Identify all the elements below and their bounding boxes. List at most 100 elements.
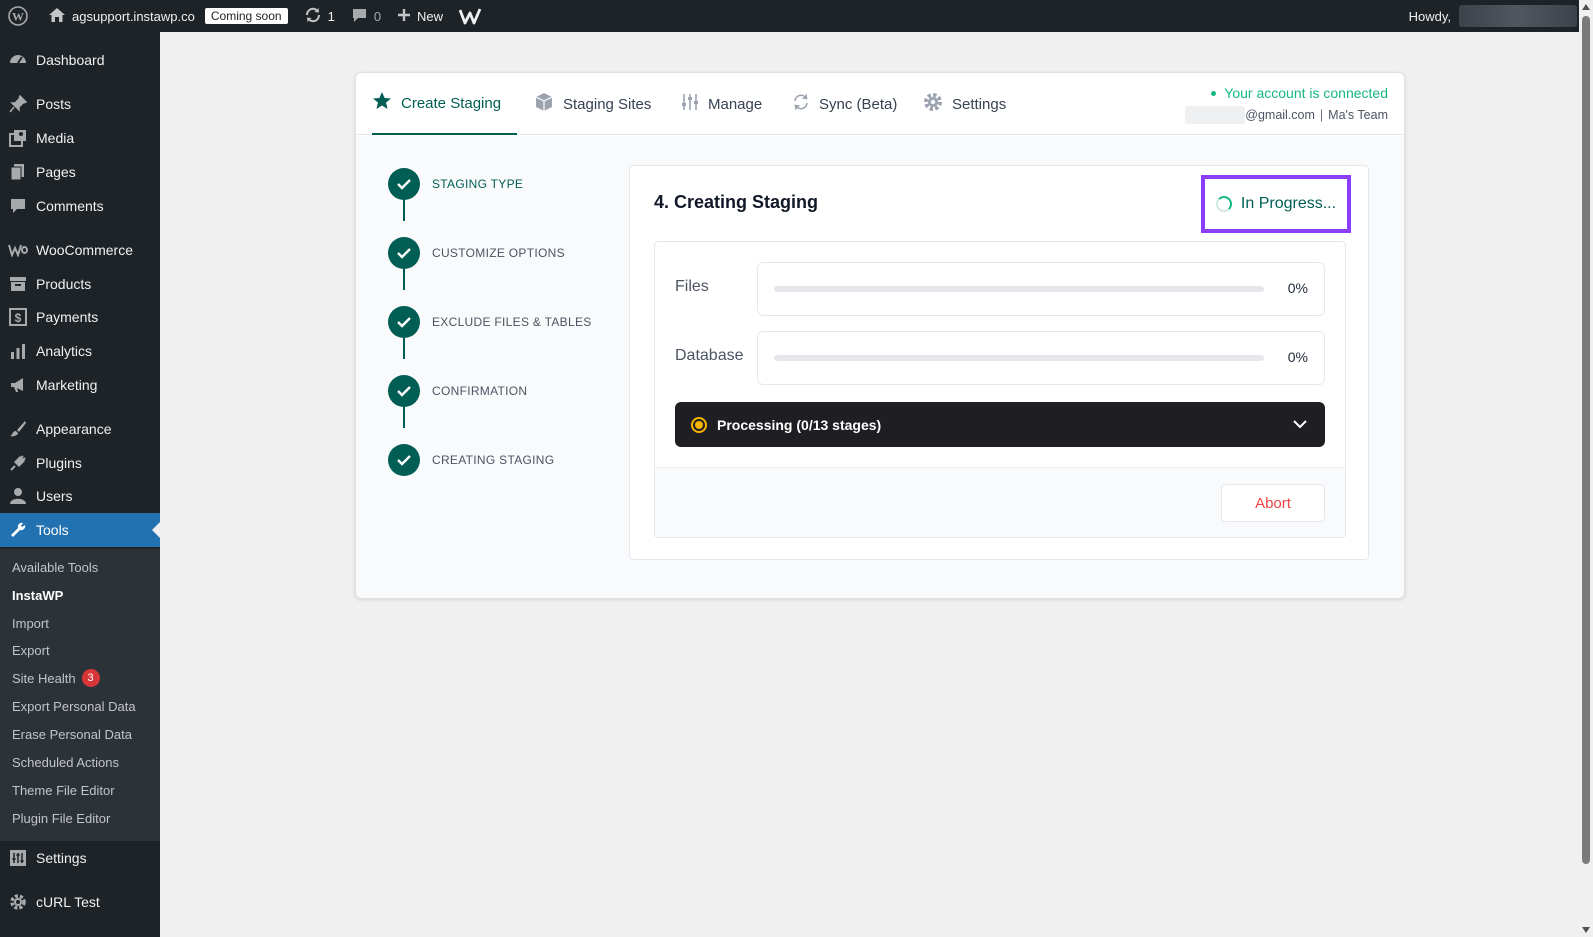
abort-button[interactable]: Abort xyxy=(1221,484,1325,522)
tab-bar: Create Staging Staging Sites Manage Sync… xyxy=(356,73,1404,135)
scrollbar-thumb[interactable] xyxy=(1582,16,1590,864)
sidebar-item-settings[interactable]: Settings xyxy=(0,841,160,875)
submenu-label: Plugin File Editor xyxy=(12,810,111,826)
sidebar-item-label: Users xyxy=(36,488,73,504)
progress-percent: 0% xyxy=(1287,280,1308,296)
tab-settings[interactable]: Settings xyxy=(923,73,1006,135)
sliders-icon xyxy=(681,93,699,115)
tab-manage[interactable]: Manage xyxy=(681,73,762,135)
progress-container: Files 0% Database 0% Processing (0/13 st… xyxy=(654,241,1346,538)
step-label: STAGING TYPE xyxy=(432,177,524,191)
user-name-redacted xyxy=(1459,5,1577,27)
check-icon xyxy=(388,375,420,407)
coming-soon-badge[interactable]: Coming soon xyxy=(204,8,288,24)
sliders-icon xyxy=(0,849,36,867)
submenu-item-available-tools[interactable]: Available Tools xyxy=(12,557,98,577)
plus-icon xyxy=(397,8,411,25)
submenu-item-plugin-file-editor[interactable]: Plugin File Editor xyxy=(12,808,110,828)
spinner-icon xyxy=(1215,196,1232,212)
chevron-down-icon[interactable] xyxy=(1291,415,1309,436)
sidebar-item-media[interactable]: Media xyxy=(0,121,160,155)
submenu-item-export[interactable]: Export xyxy=(12,640,50,660)
sidebar-item-analytics[interactable]: Analytics xyxy=(0,334,160,368)
scroll-up-arrow-icon[interactable] xyxy=(1582,4,1590,10)
sidebar-item-label: Settings xyxy=(36,850,87,866)
tab-sync-beta[interactable]: Sync (Beta) xyxy=(792,73,897,135)
sidebar-item-pages[interactable]: Pages xyxy=(0,155,160,189)
submenu-item-export-personal-data[interactable]: Export Personal Data xyxy=(12,696,136,716)
instawp-logo-icon[interactable] xyxy=(451,0,491,32)
submenu-item-scheduled-actions[interactable]: Scheduled Actions xyxy=(12,752,119,772)
gear-icon xyxy=(0,893,36,911)
step-confirmation: CONFIRMATION xyxy=(388,375,527,407)
updates-link[interactable]: 1 xyxy=(296,0,343,32)
step-exclude-files-tables: EXCLUDE FILES & TABLES xyxy=(388,306,591,338)
home-icon xyxy=(48,7,66,26)
creating-staging-panel: 4. Creating Staging In Progress... Files… xyxy=(629,165,1369,560)
plug-icon xyxy=(0,454,36,472)
site-name: agsupport.instawp.co xyxy=(72,8,195,24)
woo-icon xyxy=(0,243,36,257)
sidebar-item-curl-test[interactable]: cURL Test xyxy=(0,885,160,919)
sidebar-item-label: cURL Test xyxy=(36,894,100,910)
my-account[interactable]: Howdy, xyxy=(1409,0,1577,32)
admin-bar: W agsupport.instawp.co Coming soon 1 0 N… xyxy=(0,0,1593,32)
step-staging-type: STAGING TYPE xyxy=(388,168,523,200)
sidebar-item-plugins[interactable]: Plugins xyxy=(0,446,160,480)
page-scrollbar[interactable] xyxy=(1579,0,1593,937)
step-label: CREATING STAGING xyxy=(432,453,555,467)
sidebar-item-woocommerce[interactable]: WooCommerce xyxy=(0,233,160,267)
comments-link[interactable]: 0 xyxy=(343,0,389,32)
submenu-item-theme-file-editor[interactable]: Theme File Editor xyxy=(12,780,115,800)
new-content-link[interactable]: New xyxy=(389,0,451,32)
sidebar-item-label: Payments xyxy=(36,309,99,325)
progress-row-database: Database 0% xyxy=(655,331,1345,385)
progress-box: 0% xyxy=(757,331,1325,385)
pin-icon xyxy=(0,95,36,113)
sidebar-item-dashboard[interactable]: Dashboard xyxy=(0,43,160,77)
submenu-item-erase-personal-data[interactable]: Erase Personal Data xyxy=(12,724,132,744)
brush-icon xyxy=(0,420,36,438)
sidebar-item-label: Tools xyxy=(36,522,69,538)
sidebar-item-payments[interactable]: $ Payments xyxy=(0,300,160,334)
step-label: EXCLUDE FILES & TABLES xyxy=(432,315,592,329)
sidebar-item-appearance[interactable]: Appearance xyxy=(0,412,160,446)
site-name-link[interactable]: agsupport.instawp.co Coming soon xyxy=(36,0,296,32)
tab-create-staging[interactable]: Create Staging xyxy=(372,73,518,135)
submenu-label: Theme File Editor xyxy=(12,782,115,798)
archive-icon xyxy=(0,276,36,292)
sidebar-item-tools[interactable]: Tools xyxy=(0,513,160,547)
wordpress-logo-icon[interactable]: W xyxy=(0,0,36,32)
sidebar-item-marketing[interactable]: Marketing xyxy=(0,368,160,402)
sidebar-item-label: Pages xyxy=(36,164,76,180)
submenu-item-import[interactable]: Import xyxy=(12,613,49,633)
submenu-item-instawp[interactable]: InstaWP xyxy=(12,585,63,605)
separator: | xyxy=(1319,108,1324,122)
sidebar-item-label: Marketing xyxy=(36,377,98,393)
step-label: CUSTOMIZE OPTIONS xyxy=(432,246,565,260)
sync-icon xyxy=(792,93,810,115)
sidebar-item-users[interactable]: Users xyxy=(0,479,160,513)
sidebar-item-posts[interactable]: Posts xyxy=(0,87,160,121)
progress-label: Files xyxy=(675,278,709,295)
sidebar-item-products[interactable]: Products xyxy=(0,267,160,301)
check-icon xyxy=(388,237,420,269)
submenu-label: InstaWP xyxy=(12,587,64,603)
instawp-card: Create Staging Staging Sites Manage Sync… xyxy=(355,72,1405,599)
tab-label: Sync (Beta) xyxy=(819,95,898,113)
update-icon xyxy=(304,6,322,27)
tab-staging-sites[interactable]: Staging Sites xyxy=(534,73,651,135)
step-creating-staging: CREATING STAGING xyxy=(388,444,554,476)
sidebar-item-label: Plugins xyxy=(36,455,82,471)
wrench-icon xyxy=(0,521,36,539)
sidebar-item-label: Dashboard xyxy=(36,52,105,68)
progress-bar xyxy=(774,286,1264,292)
submenu-item-site-health[interactable]: Site Health 3 xyxy=(12,668,100,688)
comments-count: 0 xyxy=(373,8,382,24)
processing-accordion[interactable]: Processing (0/13 stages) xyxy=(675,402,1325,447)
progress-row-files: Files 0% xyxy=(655,262,1345,316)
tab-label: Staging Sites xyxy=(563,95,652,113)
sidebar-item-comments[interactable]: Comments xyxy=(0,189,160,223)
scroll-down-arrow-icon[interactable] xyxy=(1582,927,1590,933)
status-text: In Progress... xyxy=(1240,195,1337,212)
